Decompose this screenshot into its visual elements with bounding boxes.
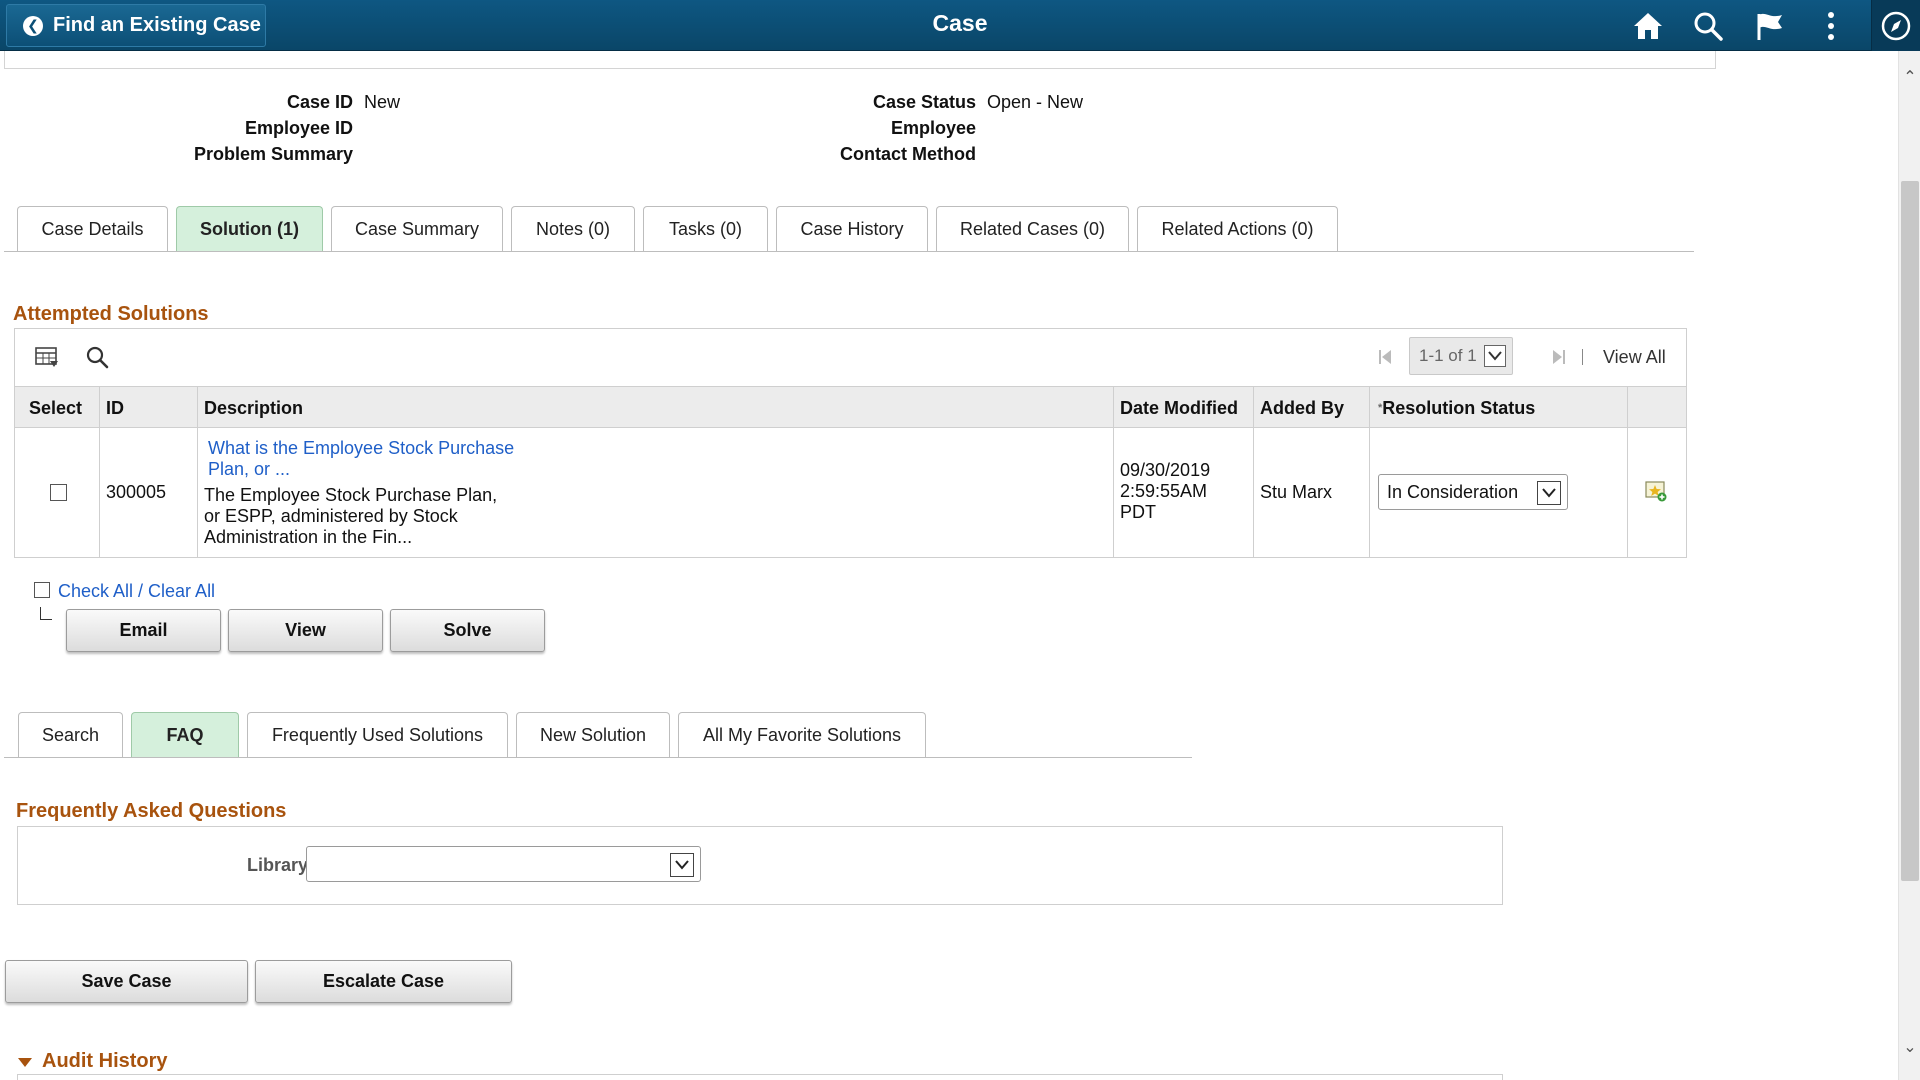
date-line-2: 2:59:55AM bbox=[1120, 481, 1208, 501]
solution-title-line-2: Plan, or ... bbox=[208, 459, 291, 479]
resolution-status-value: In Consideration bbox=[1387, 481, 1519, 502]
scrollbar-thumb[interactable] bbox=[1901, 181, 1919, 881]
corner-connector-icon bbox=[40, 607, 52, 620]
pager-text: 1-1 of 1 bbox=[1419, 346, 1477, 365]
description-line-2: or ESPP, administered by Stock bbox=[204, 506, 458, 526]
chevron-down-icon bbox=[1537, 481, 1561, 505]
collapse-triangle-icon bbox=[18, 1057, 32, 1067]
home-icon[interactable] bbox=[1628, 8, 1668, 44]
solution-title-line-1: What is the Employee Stock Purchase bbox=[208, 438, 515, 458]
tab-case-summary[interactable]: Case Summary bbox=[331, 206, 503, 251]
column-description[interactable]: Description bbox=[198, 387, 1114, 429]
row-select-checkbox[interactable] bbox=[50, 484, 67, 501]
resolution-status-cell: In Consideration bbox=[1370, 428, 1628, 557]
tab-search[interactable]: Search bbox=[18, 712, 123, 757]
top-navigation-bar: ❮ Find an Existing Case Case bbox=[0, 0, 1920, 51]
grid-toolbar: 1-1 of 1 View All bbox=[15, 329, 1686, 386]
back-button[interactable]: ❮ Find an Existing Case bbox=[6, 4, 266, 47]
scroll-up-icon[interactable]: ⌃ bbox=[1899, 65, 1920, 91]
column-added-by[interactable]: Added By bbox=[1254, 387, 1370, 429]
added-by: Stu Marx bbox=[1254, 428, 1370, 557]
column-date-modified[interactable]: Date Modified bbox=[1114, 387, 1254, 429]
audit-history-toggle[interactable]: Audit History bbox=[17, 1050, 168, 1073]
solve-button[interactable]: Solve bbox=[390, 609, 545, 652]
case-id-value: New bbox=[364, 92, 401, 112]
tab-related-cases[interactable]: Related Cases (0) bbox=[936, 206, 1129, 251]
tab-case-history[interactable]: Case History bbox=[776, 206, 928, 251]
solution-description: The Employee Stock Purchase Plan, or ESP… bbox=[204, 485, 1113, 548]
vertical-scrollbar[interactable]: ⌃ ⌄ bbox=[1898, 51, 1920, 1080]
column-select[interactable]: Select bbox=[15, 387, 100, 429]
email-button[interactable]: Email bbox=[66, 609, 221, 652]
tab-frequently-used-solutions[interactable]: Frequently Used Solutions bbox=[247, 712, 508, 757]
check-all-link[interactable]: Check All / Clear All bbox=[58, 581, 215, 602]
navigator-icon[interactable] bbox=[1872, 0, 1920, 51]
more-vertical-icon[interactable] bbox=[1811, 8, 1851, 44]
case-tabs: Case Details Solution (1) Case Summary N… bbox=[17, 206, 1346, 251]
resolution-status-select[interactable]: In Consideration bbox=[1378, 474, 1568, 510]
attempted-solutions-title: Attempted Solutions bbox=[13, 303, 209, 325]
view-all-link[interactable]: View All bbox=[1603, 347, 1666, 368]
view-button[interactable]: View bbox=[228, 609, 383, 652]
date-modified-cell: 09/30/2019 2:59:55AM PDT bbox=[1114, 428, 1254, 557]
tab-faq[interactable]: FAQ bbox=[131, 712, 239, 757]
column-id[interactable]: ID bbox=[100, 387, 198, 429]
tab-tasks[interactable]: Tasks (0) bbox=[643, 206, 768, 251]
solution-tab-baseline bbox=[4, 757, 1192, 758]
flag-icon[interactable] bbox=[1750, 8, 1790, 44]
back-button-label: Find an Existing Case bbox=[53, 14, 261, 36]
page-selector[interactable]: 1-1 of 1 bbox=[1409, 337, 1513, 375]
tab-notes[interactable]: Notes (0) bbox=[511, 206, 635, 251]
chevron-left-icon: ❮ bbox=[23, 15, 43, 36]
escalate-case-button[interactable]: Escalate Case bbox=[255, 960, 512, 1003]
check-all-checkbox[interactable] bbox=[34, 582, 50, 598]
column-resolution-status[interactable]: *Resolution Status bbox=[1370, 387, 1628, 429]
select-cell bbox=[15, 428, 100, 557]
library-label: Library bbox=[246, 855, 308, 875]
tab-related-actions[interactable]: Related Actions (0) bbox=[1137, 206, 1338, 251]
action-cell bbox=[1628, 428, 1686, 557]
description-cell: What is the Employee Stock Purchase Plan… bbox=[198, 428, 1114, 557]
faq-panel: Library bbox=[17, 826, 1503, 905]
attempted-solutions-grid: 1-1 of 1 View All Select ID Description … bbox=[14, 328, 1687, 558]
tab-solution[interactable]: Solution (1) bbox=[176, 206, 323, 251]
description-line-1: The Employee Stock Purchase Plan, bbox=[204, 485, 498, 505]
tab-new-solution[interactable]: New Solution bbox=[516, 712, 670, 757]
faq-title: Frequently Asked Questions bbox=[16, 800, 287, 822]
case-id-label: Case ID bbox=[286, 92, 353, 112]
save-case-button[interactable]: Save Case bbox=[5, 960, 248, 1003]
contact-method-label: Contact Method bbox=[840, 144, 976, 164]
audit-history-panel bbox=[17, 1074, 1503, 1080]
add-to-favorites-icon[interactable] bbox=[1644, 480, 1668, 504]
employee-id-label: Employee ID bbox=[244, 118, 353, 138]
first-page-icon[interactable] bbox=[1371, 343, 1399, 371]
grid-header-row: Select ID Description Date Modified Adde… bbox=[15, 386, 1686, 429]
solution-title-link[interactable]: What is the Employee Stock Purchase Plan… bbox=[204, 438, 1113, 480]
table-row: 300005 What is the Employee Stock Purcha… bbox=[15, 428, 1686, 557]
library-select[interactable] bbox=[306, 846, 701, 882]
problem-summary-label: Problem Summary bbox=[193, 144, 353, 164]
chevron-down-icon bbox=[670, 853, 694, 877]
personalize-grid-icon[interactable] bbox=[33, 343, 61, 371]
content-frame-top bbox=[4, 51, 1716, 69]
description-line-3: Administration in the Fin... bbox=[204, 527, 413, 547]
tab-all-my-favorite-solutions[interactable]: All My Favorite Solutions bbox=[678, 712, 926, 757]
column-resolution-status-label: Resolution Status bbox=[1382, 398, 1536, 418]
date-line-3: PDT bbox=[1120, 502, 1156, 522]
find-in-grid-icon[interactable] bbox=[83, 343, 111, 371]
solution-id: 300005 bbox=[100, 428, 198, 557]
last-page-icon[interactable] bbox=[1545, 343, 1573, 371]
solution-tabs: Search FAQ Frequently Used Solutions New… bbox=[18, 712, 934, 757]
date-line-1: 09/30/2019 bbox=[1120, 460, 1211, 480]
case-status-value: Open - New bbox=[987, 92, 1084, 112]
tab-baseline bbox=[4, 251, 1694, 252]
audit-history-title: Audit History bbox=[42, 1050, 168, 1072]
tab-case-details[interactable]: Case Details bbox=[17, 206, 168, 251]
case-status-label: Case Status bbox=[872, 92, 976, 112]
scroll-down-icon[interactable]: ⌄ bbox=[1899, 1035, 1920, 1061]
chevron-down-icon bbox=[1484, 345, 1506, 367]
pager-divider bbox=[1582, 349, 1583, 365]
employee-label: Employee bbox=[890, 118, 976, 138]
search-icon[interactable] bbox=[1688, 8, 1728, 44]
